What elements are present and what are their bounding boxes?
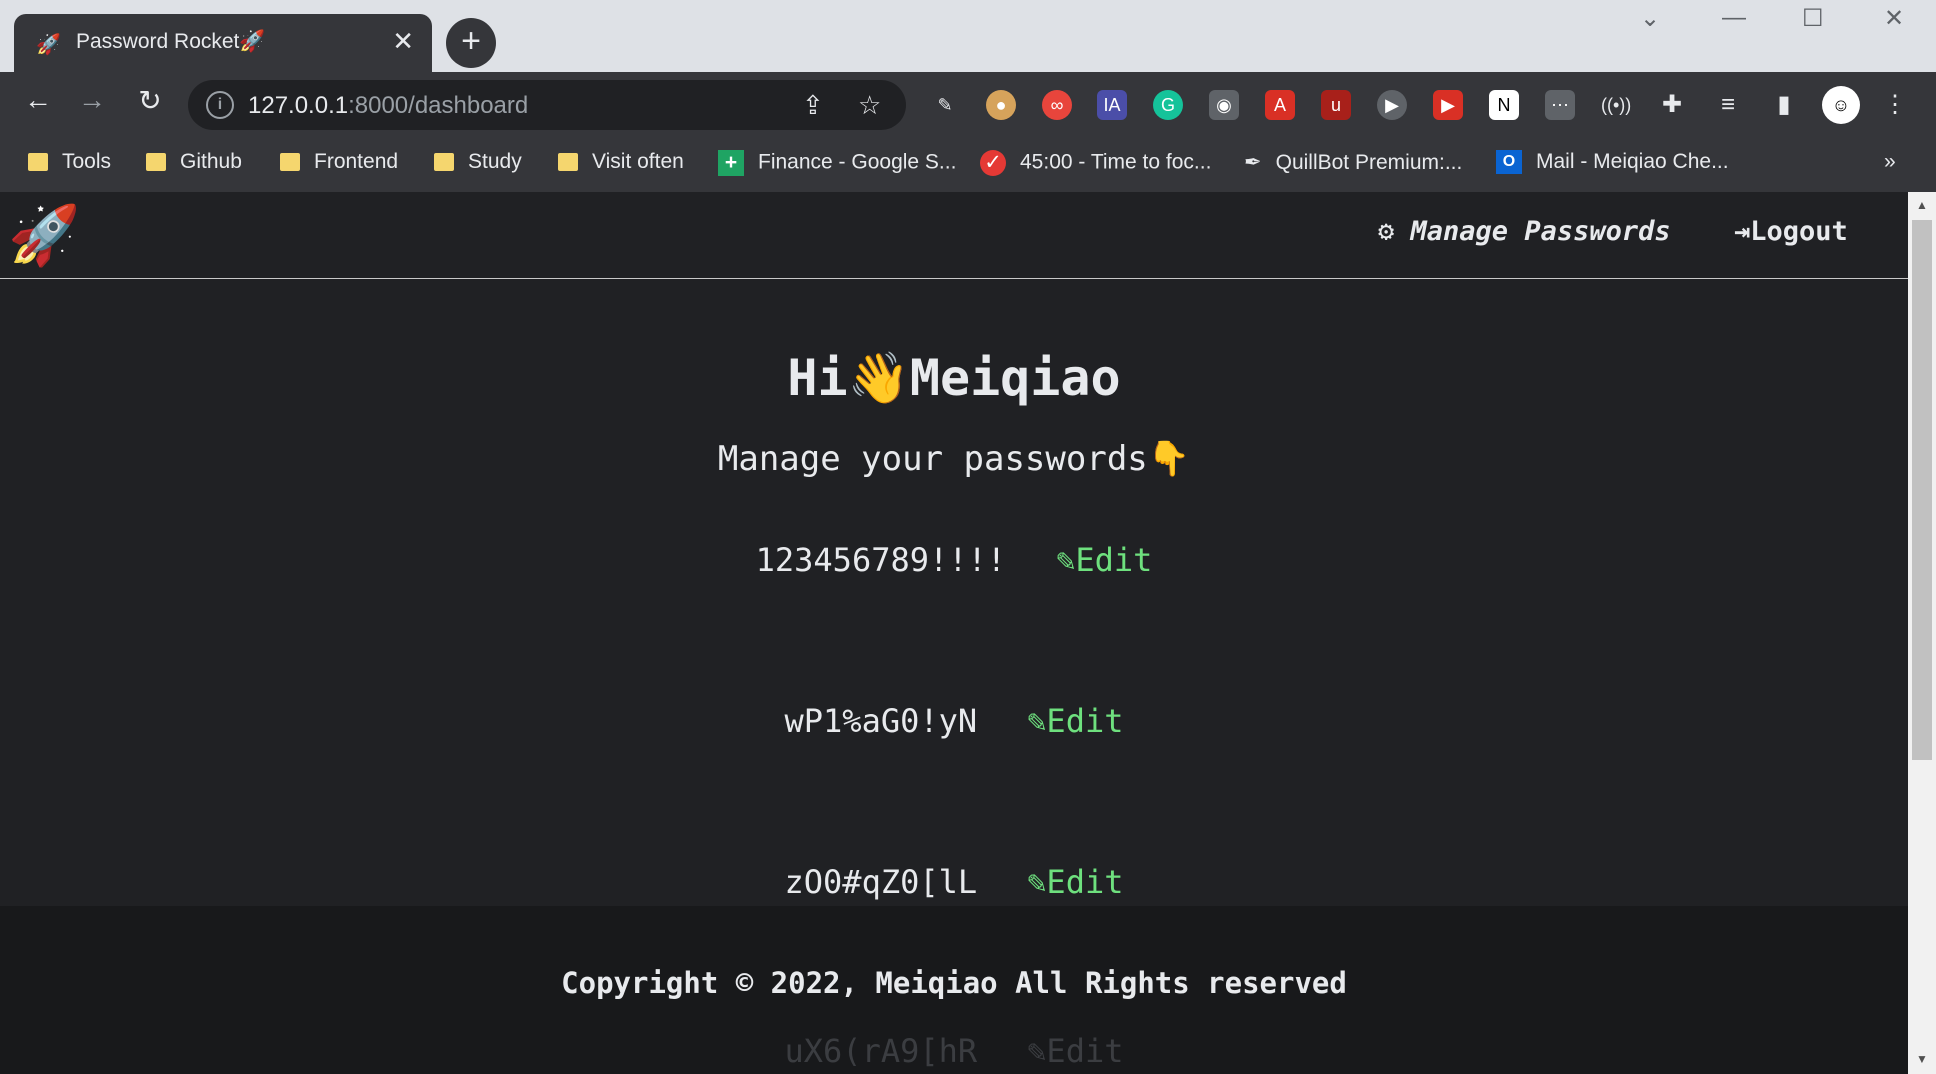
side-panel-icon[interactable]: ▮ — [1769, 90, 1799, 120]
pdf-extension-icon[interactable]: A — [1265, 90, 1295, 120]
browser-tab[interactable]: 🚀 Password Rocket🚀 ✕ — [14, 14, 432, 72]
edit-link[interactable]: ✎Edit — [1056, 541, 1152, 579]
rocket-favicon-icon: 🚀 — [36, 34, 61, 56]
outlook-icon: O — [1496, 150, 1522, 175]
bookmark-finance[interactable]: + Finance - Google S... — [718, 150, 956, 176]
scroll-down-icon[interactable]: ▼ — [1916, 1052, 1928, 1066]
logout-icon: ⇥ — [1734, 216, 1751, 247]
folder-icon — [558, 153, 578, 172]
back-icon[interactable]: ← — [18, 84, 58, 116]
bookmarks-bar: Tools Github Frontend Study Visit often … — [0, 138, 1936, 192]
password-row: zO0#qZ0[lL ✎Edit — [0, 863, 1908, 901]
tab-search-icon[interactable]: ⌄ — [1640, 4, 1660, 33]
reading-list-icon[interactable]: ≡ — [1713, 90, 1743, 120]
bookmark-timer[interactable]: ✓ 45:00 - Time to foc... — [980, 150, 1211, 176]
password-row: wP1%aG0!yN ✎Edit — [0, 702, 1908, 740]
sheets-icon: + — [718, 150, 744, 176]
youtube-extension-icon[interactable]: ▶ — [1433, 90, 1463, 120]
infinity-extension-icon[interactable]: ∞ — [1042, 90, 1072, 120]
site-navbar: 🚀 ⚙ Manage Passwords ⇥Logout — [0, 192, 1908, 279]
bookmark-star-icon[interactable]: ☆ — [858, 90, 881, 121]
copyright-text: Copyright © 2022, Meiqiao All Rights res… — [561, 966, 1347, 1000]
bookmark-folder-study[interactable]: Study — [434, 150, 522, 174]
browser-menu-icon[interactable]: ⋮ — [1880, 90, 1910, 120]
edit-icon: ✎ — [1056, 541, 1076, 579]
new-tab-button[interactable]: + — [446, 18, 496, 68]
bookmark-folder-frontend[interactable]: Frontend — [280, 150, 398, 174]
bookmark-folder-github[interactable]: Github — [146, 150, 242, 174]
folder-icon — [146, 153, 166, 172]
close-window-icon[interactable]: ✕ — [1884, 4, 1904, 33]
gear-icon: ⚙ — [1378, 216, 1395, 247]
pen-extension-icon[interactable]: ✎ — [930, 90, 960, 120]
edit-icon: ✎ — [1027, 1032, 1047, 1070]
edit-link[interactable]: ✎Edit — [1027, 1032, 1123, 1070]
check-icon: ✓ — [980, 150, 1006, 176]
notion-extension-icon[interactable]: N — [1489, 90, 1519, 120]
close-tab-icon[interactable]: ✕ — [392, 26, 414, 57]
tab-strip: 🚀 Password Rocket🚀 ✕ + ⌄ — ☐ ✕ — [0, 0, 1936, 72]
ia-extension-icon[interactable]: IA — [1097, 90, 1127, 120]
minimize-icon[interactable]: — — [1722, 4, 1746, 32]
subtitle: Manage your passwords👇 — [717, 439, 1191, 479]
scrollbar-thumb[interactable] — [1912, 220, 1932, 760]
edit-link[interactable]: ✎Edit — [1027, 863, 1123, 901]
tab-title: Password Rocket🚀 — [76, 30, 266, 53]
extensions-puzzle-icon[interactable]: ✚ — [1657, 90, 1687, 120]
bookmark-folder-tools[interactable]: Tools — [28, 150, 111, 174]
edit-icon: ✎ — [1027, 863, 1047, 901]
password-value: 123456789!!!! — [755, 541, 1007, 579]
profile-avatar[interactable]: ☺ — [1822, 86, 1860, 124]
share-icon[interactable]: ⇪ — [802, 90, 824, 121]
reload-icon[interactable]: ↻ — [130, 84, 170, 117]
logout-link[interactable]: ⇥Logout — [1734, 216, 1848, 247]
feather-icon: ✒ — [1244, 151, 1262, 174]
address-bar[interactable]: i 127.0.0.1:8000/dashboard ⇪ ☆ — [188, 80, 906, 130]
page-scrollbar[interactable]: ▲ ▼ — [1908, 192, 1936, 1074]
camera-extension-icon[interactable]: ◉ — [1209, 90, 1239, 120]
bookmark-quillbot[interactable]: ✒ QuillBot Premium:... — [1244, 150, 1462, 175]
more-bookmarks-icon[interactable]: » — [1884, 150, 1896, 174]
folder-icon — [280, 153, 300, 172]
dashboard-main: Hi👋Meiqiao Manage your passwords👇 123456… — [0, 279, 1908, 907]
broadcast-extension-icon[interactable]: ((•)) — [1601, 90, 1631, 120]
footer: Copyright © 2022, Meiqiao All Rights res… — [0, 906, 1908, 1074]
password-value: uX6(rA9[hR — [784, 1032, 978, 1070]
manage-passwords-link[interactable]: ⚙ Manage Passwords — [1378, 216, 1671, 247]
bookmark-mail[interactable]: O Mail - Meiqiao Che... — [1496, 150, 1729, 175]
password-row: 123456789!!!! ✎Edit — [0, 541, 1908, 579]
page-viewport: 🚀 ⚙ Manage Passwords ⇥Logout Hi👋Meiqiao … — [0, 192, 1908, 1074]
browser-toolbar: ← → ↻ i 127.0.0.1:8000/dashboard ⇪ ☆ ✎ ●… — [0, 72, 1936, 138]
edit-link[interactable]: ✎Edit — [1027, 702, 1123, 740]
bookmark-folder-visit-often[interactable]: Visit often — [558, 150, 684, 174]
password-row: uX6(rA9[hR ✎Edit — [0, 1032, 1908, 1070]
edit-icon: ✎ — [1027, 702, 1047, 740]
site-info-icon[interactable]: i — [206, 91, 234, 119]
folder-icon — [28, 153, 48, 172]
scroll-up-icon[interactable]: ▲ — [1916, 198, 1928, 212]
rocket-logo[interactable]: 🚀 — [8, 202, 80, 270]
maximize-icon[interactable]: ☐ — [1802, 4, 1824, 33]
forward-icon[interactable]: → — [72, 84, 112, 116]
grammarly-extension-icon[interactable]: G — [1153, 90, 1183, 120]
folder-icon — [434, 153, 454, 172]
more-extension-icon[interactable]: ⋯ — [1545, 90, 1575, 120]
password-value: zO0#qZ0[lL — [784, 863, 978, 901]
url-text: 127.0.0.1:8000/dashboard — [248, 92, 529, 119]
password-value: wP1%aG0!yN — [784, 702, 978, 740]
cookie-extension-icon[interactable]: ● — [986, 90, 1016, 120]
media-extension-icon[interactable]: ▶ — [1377, 90, 1407, 120]
ublock-extension-icon[interactable]: u — [1321, 90, 1351, 120]
greeting-heading: Hi👋Meiqiao — [787, 349, 1121, 407]
